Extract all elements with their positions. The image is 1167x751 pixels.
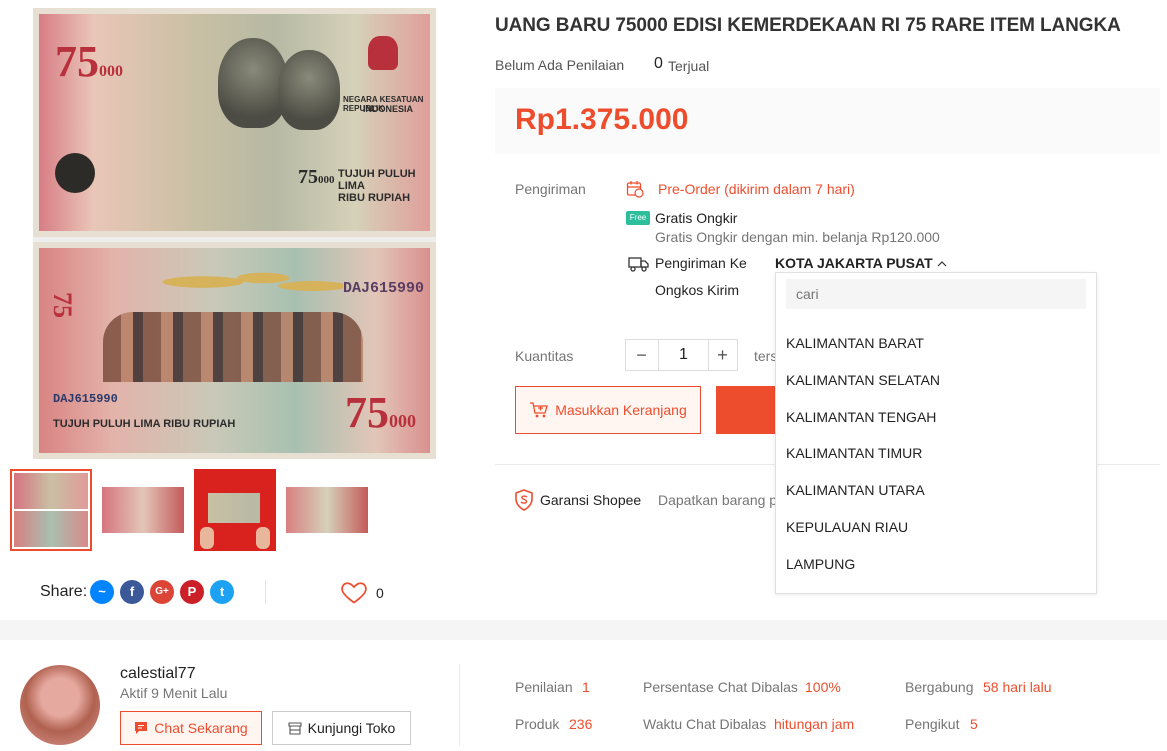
thumbnail-4[interactable]: [286, 469, 368, 551]
decrease-button[interactable]: −: [626, 340, 657, 370]
add-to-cart-label: Masukkan Keranjang: [555, 402, 687, 418]
back-serial-bottom: DAJ615990: [53, 392, 118, 406]
free-shipping-subtitle: Gratis Ongkir dengan min. belanja Rp120.…: [655, 229, 940, 245]
joined-label: Bergabung: [905, 679, 974, 695]
add-to-cart-button[interactable]: Masukkan Keranjang: [515, 386, 701, 434]
shield-icon: [515, 489, 533, 511]
chat-percentage-value: 100%: [805, 679, 841, 695]
ratings-label: Penilaian: [515, 679, 573, 695]
front-value: 75000: [298, 166, 335, 188]
location-search-input[interactable]: [786, 279, 1086, 309]
thumbnail-3[interactable]: [194, 469, 276, 551]
cart-icon: [530, 402, 549, 418]
shop-name: calestial77: [120, 665, 196, 682]
back-value: 75000: [345, 388, 416, 437]
chevron-up-icon: [937, 261, 946, 267]
front-words: TUJUH PULUH LIMA RIBU RUPIAH: [338, 168, 416, 204]
facebook-icon[interactable]: f: [120, 580, 144, 604]
thumbnail-1[interactable]: [10, 469, 92, 551]
quantity-label: Kuantitas: [515, 348, 574, 364]
ratings-value: 1: [582, 679, 590, 695]
followers-value: 5: [970, 716, 978, 732]
quantity-input[interactable]: 1: [658, 340, 709, 370]
children-illustration: [103, 312, 363, 382]
back-denom-side: 75: [48, 292, 77, 318]
location-option[interactable]: LAMPUNG: [786, 556, 855, 572]
store-icon: [288, 721, 302, 735]
thumbnail-2[interactable]: [102, 469, 184, 551]
guarantee-title: Garansi Shopee: [540, 492, 642, 508]
ship-to-label: Pengiriman Ke: [655, 255, 747, 271]
calendar-clock-icon: [626, 181, 644, 198]
shop-active-status: Aktif 9 Menit Lalu: [120, 685, 228, 701]
chat-percentage-label: Persentase Chat Dibalas: [643, 679, 798, 695]
portrait-hatta: [278, 50, 340, 130]
shop-avatar[interactable]: [20, 665, 100, 745]
joined-value: 58 hari lalu: [983, 679, 1052, 695]
location-option[interactable]: KEPULAUAN RIAU: [786, 519, 908, 535]
rating-text[interactable]: Belum Ada Penilaian: [495, 57, 624, 73]
heart-icon[interactable]: [340, 578, 368, 606]
banknote-back: DAJ615990 DAJ615990 75 TUJUH PULUH LIMA …: [33, 242, 436, 459]
location-option[interactable]: KALIMANTAN SELATAN: [786, 372, 940, 388]
product-main-image[interactable]: 75000 NEGARA KESATUAN REPUBLIK INDONESIA…: [33, 8, 436, 459]
likes-count: 0: [376, 585, 384, 601]
banknote-front: 75000 NEGARA KESATUAN REPUBLIK INDONESIA…: [33, 8, 436, 237]
share-label: Share:: [40, 583, 88, 600]
city-selector[interactable]: KOTA JAKARTA PUSAT: [775, 255, 947, 271]
messenger-icon[interactable]: ~: [90, 580, 114, 604]
visit-shop-label: Kunjungi Toko: [307, 720, 396, 736]
sold-count: 0: [654, 55, 663, 72]
pinterest-icon[interactable]: P: [180, 580, 204, 604]
shop-divider: [459, 664, 460, 746]
front-denomination: 75000: [55, 37, 123, 86]
front-bank: INDONESIA: [363, 104, 414, 114]
back-serial-top: DAJ615990: [343, 280, 425, 297]
truck-icon: [628, 257, 649, 272]
sold-label: Terjual: [668, 58, 710, 74]
section-gap: [0, 620, 1167, 640]
location-option[interactable]: KALIMANTAN TIMUR: [786, 445, 922, 461]
share-divider: [265, 580, 266, 604]
location-dropdown: KALIMANTAN BARAT KALIMANTAN SELATAN KALI…: [775, 272, 1097, 594]
location-option[interactable]: KALIMANTAN UTARA: [786, 482, 925, 498]
shipping-label: Pengiriman: [515, 181, 586, 197]
bi-logo: [55, 153, 95, 193]
free-shipping-title: Gratis Ongkir: [655, 210, 738, 226]
free-shipping-icon: Free: [626, 211, 650, 225]
location-option[interactable]: KALIMANTAN BARAT: [786, 335, 924, 351]
chat-time-label: Waktu Chat Dibalas: [643, 716, 767, 732]
back-words: TUJUH PULUH LIMA RIBU RUPIAH: [53, 418, 236, 430]
stock-text: ters: [754, 348, 778, 364]
twitter-icon[interactable]: t: [210, 580, 234, 604]
product-title: UANG BARU 75000 EDISI KEMERDEKAAN RI 75 …: [495, 15, 1121, 36]
visit-shop-button[interactable]: Kunjungi Toko: [272, 711, 411, 745]
location-option[interactable]: KALIMANTAN TENGAH: [786, 409, 936, 425]
increase-button[interactable]: +: [707, 340, 738, 370]
quantity-stepper: − 1 +: [625, 339, 738, 371]
chat-now-label: Chat Sekarang: [154, 720, 248, 736]
google-plus-icon[interactable]: G+: [150, 580, 174, 604]
followers-label: Pengikut: [905, 716, 960, 732]
chat-icon: [135, 722, 148, 734]
chat-time-value: hitungan jam: [774, 716, 855, 732]
guarantee-description: Dapatkan barang p: [658, 492, 778, 508]
chat-now-button[interactable]: Chat Sekarang: [120, 711, 262, 745]
products-label: Produk: [515, 716, 560, 732]
product-price: Rp1.375.000: [515, 103, 689, 136]
products-value: 236: [569, 716, 593, 732]
preorder-text: Pre-Order (dikirim dalam 7 hari): [658, 181, 855, 197]
shipping-cost-label: Ongkos Kirim: [655, 282, 740, 298]
garuda-emblem: [368, 36, 398, 70]
archipelago-map: [143, 262, 343, 302]
